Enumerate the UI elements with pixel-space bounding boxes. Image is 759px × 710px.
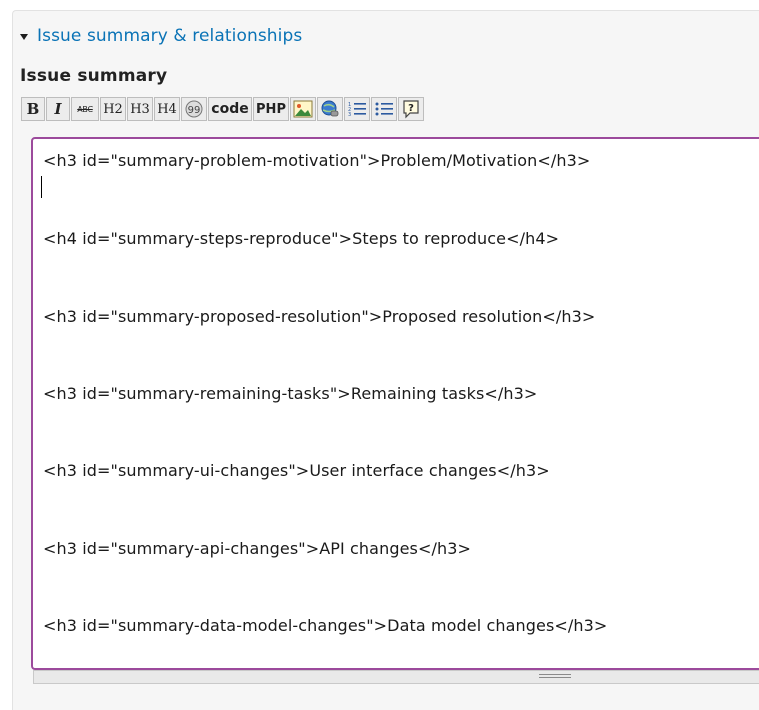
- image-button[interactable]: [290, 97, 316, 121]
- editor-toolbar: B I ABC H2 H3 H4 99 code PHP 1 2 3 ?: [21, 97, 424, 121]
- resize-grip-icon: [539, 674, 571, 680]
- collapse-triangle-icon: [20, 33, 28, 40]
- heading-3-button[interactable]: H3: [127, 97, 153, 121]
- link-icon: [320, 99, 340, 119]
- heading-2-icon: H2: [103, 101, 123, 117]
- help-icon: ?: [402, 99, 420, 119]
- editor-line: <h3 id="summary-proposed-resolution">Pro…: [43, 307, 596, 326]
- bold-button[interactable]: B: [21, 97, 45, 121]
- heading-3-icon: H3: [130, 101, 150, 117]
- heading-4-button[interactable]: H4: [154, 97, 180, 121]
- strikethrough-icon: ABC: [77, 104, 93, 114]
- help-button[interactable]: ?: [398, 97, 424, 121]
- quote-button[interactable]: 99: [181, 97, 207, 121]
- ordered-list-button[interactable]: 1 2 3: [344, 97, 370, 121]
- italic-button[interactable]: I: [46, 97, 70, 121]
- textarea-resize-handle[interactable]: [33, 670, 759, 684]
- editor-line: <h3 id="summary-ui-changes">User interfa…: [43, 461, 550, 480]
- unordered-list-button[interactable]: [371, 97, 397, 121]
- quote-icon: 99: [184, 99, 204, 119]
- heading-4-icon: H4: [157, 101, 177, 117]
- text-caret: [41, 176, 42, 198]
- editor-line: <h3 id="summary-remaining-tasks">Remaini…: [43, 384, 538, 403]
- issue-summary-label: Issue summary: [20, 66, 168, 86]
- bold-icon: B: [26, 100, 40, 118]
- editor-line: <h3 id="summary-data-model-changes">Data…: [43, 616, 608, 635]
- svg-text:3: 3: [348, 112, 351, 118]
- code-icon: code: [211, 101, 249, 117]
- fieldset-legend[interactable]: Issue summary & relationships: [37, 26, 302, 46]
- fieldset-toggle[interactable]: Issue summary & relationships: [20, 26, 302, 46]
- strikethrough-button[interactable]: ABC: [71, 97, 99, 121]
- italic-icon: I: [54, 100, 62, 118]
- svg-text:?: ?: [408, 103, 414, 114]
- editor-line: <h4 id="summary-steps-reproduce">Steps t…: [43, 229, 560, 248]
- ordered-list-icon: 1 2 3: [347, 100, 367, 118]
- editor-line: <h3 id="summary-problem-motivation">Prob…: [43, 151, 591, 170]
- php-button[interactable]: PHP: [253, 97, 289, 121]
- code-button[interactable]: code: [208, 97, 252, 121]
- link-button[interactable]: [317, 97, 343, 121]
- heading-2-button[interactable]: H2: [100, 97, 126, 121]
- issue-summary-textarea[interactable]: <h3 id="summary-problem-motivation">Prob…: [31, 137, 759, 670]
- php-icon: PHP: [256, 101, 286, 117]
- svg-text:99: 99: [188, 105, 201, 116]
- image-icon: [293, 100, 313, 118]
- unordered-list-icon: [374, 100, 394, 118]
- editor-line: <h3 id="summary-api-changes">API changes…: [43, 539, 471, 558]
